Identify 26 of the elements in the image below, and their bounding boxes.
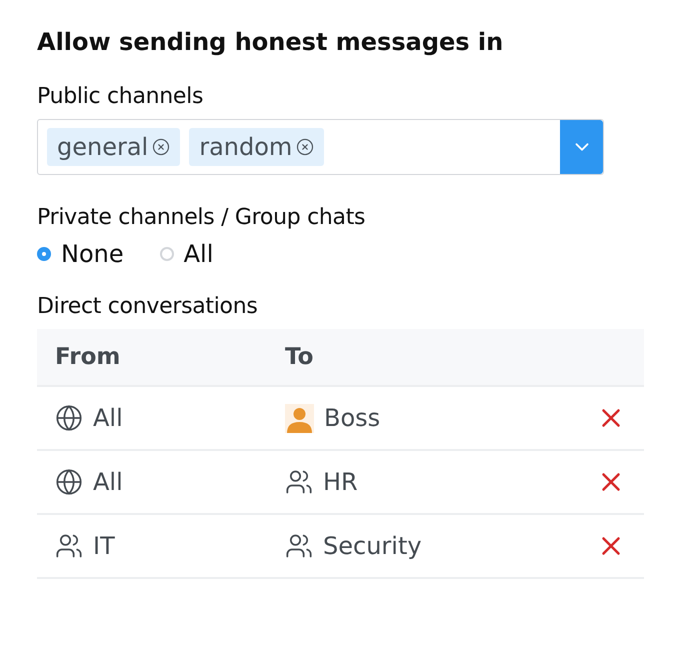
page-title: Allow sending honest messages in — [37, 28, 504, 56]
radio-option[interactable]: None — [37, 240, 124, 268]
column-header: To — [267, 329, 540, 386]
cell-text: Boss — [324, 404, 380, 432]
cell-text: All — [93, 404, 123, 432]
globe-icon — [55, 468, 83, 496]
remove-icon[interactable] — [296, 138, 314, 156]
radio-option[interactable]: All — [160, 240, 214, 268]
cell-text: Security — [323, 532, 422, 560]
remove-icon[interactable] — [152, 138, 170, 156]
section-label: Public channels — [37, 84, 204, 109]
avatar-icon — [285, 404, 314, 432]
cell-text: HR — [323, 468, 358, 496]
section-label: Private channels / Group chats — [37, 205, 366, 230]
column-header: From — [37, 329, 267, 386]
cell-text: All — [93, 468, 123, 496]
people-icon — [285, 468, 313, 496]
channel-tag[interactable]: general — [47, 128, 180, 166]
cell-text: IT — [93, 532, 115, 560]
section-label: Direct conversations — [37, 294, 259, 319]
radio-icon[interactable] — [37, 247, 51, 261]
people-icon — [285, 532, 313, 560]
channel-select[interactable]: general random — [37, 119, 604, 175]
channel-tag[interactable]: random — [189, 128, 324, 166]
people-icon — [55, 532, 83, 560]
globe-icon — [55, 404, 83, 432]
